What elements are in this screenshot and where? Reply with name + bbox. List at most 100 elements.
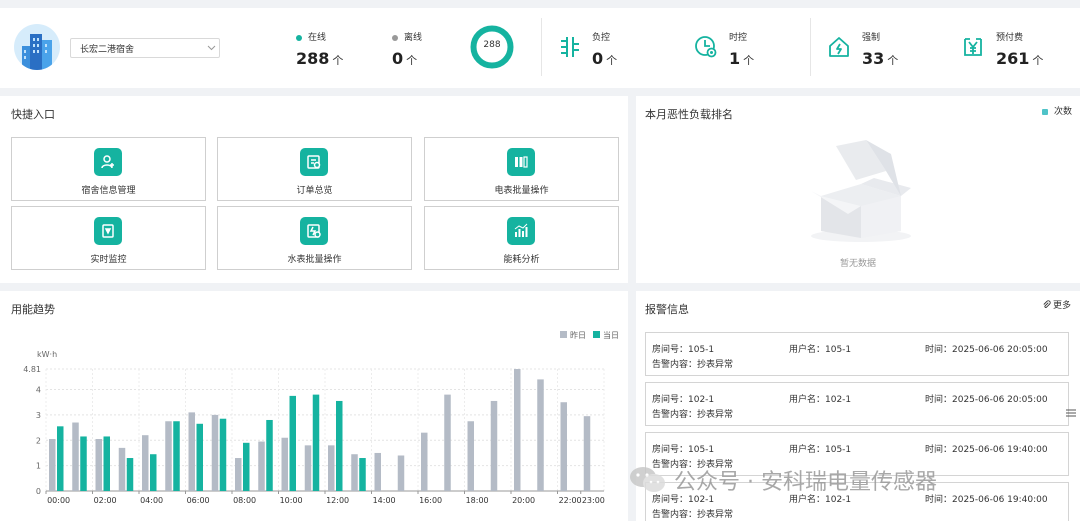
x-tick-label: 04:00	[140, 496, 163, 505]
summary-header: 长宏二港宿舍 在线 288 个 离线 0个 288 负控 0个 时控 1个 强制 …	[0, 8, 1080, 88]
watermark-text: 公众号 · 安科瑞电量传感器	[674, 470, 937, 495]
bar	[72, 422, 79, 491]
alarm-room: 房间号：102-1	[652, 395, 715, 405]
quick-energy-analysis-label: 能耗分析	[503, 255, 540, 265]
offline-label: 离线	[404, 33, 423, 43]
alarm-time: 时间：2025-06-06 19:40:00	[925, 445, 1048, 455]
bar	[467, 421, 474, 491]
quick-meter-batch-button[interactable]: 电表批量操作	[424, 137, 619, 201]
wechat-icon	[630, 467, 665, 492]
bar	[235, 458, 242, 491]
bar	[304, 445, 312, 491]
time-control-unit: 个	[743, 54, 755, 67]
load-control-icon	[561, 37, 579, 57]
bar	[560, 402, 567, 491]
meter-icon	[507, 148, 535, 176]
x-tick-label: 22:00	[559, 496, 582, 505]
water-meter-icon	[300, 217, 328, 245]
divider	[541, 18, 542, 76]
quick-water-meter-batch-label: 水表批量操作	[287, 255, 342, 265]
building-icon	[22, 34, 52, 70]
alarm-user: 用户名：102-1	[789, 395, 852, 405]
divider	[810, 18, 811, 76]
bar	[328, 445, 335, 491]
sliders-icon[interactable]	[1066, 408, 1076, 418]
alarm-time: 时间：2025-06-06 20:05:00	[925, 395, 1048, 405]
quick-dorm-info-label: 宿舍信息管理	[81, 186, 136, 196]
bar	[444, 394, 451, 491]
bar	[583, 416, 591, 491]
clock-icon	[695, 36, 717, 58]
online-dot	[296, 34, 302, 41]
trend-chart: 昨日 当日 kW·h 0 1 2 3 4 4.81 00:00 02:00 04:00 06:00 08:…	[23, 330, 619, 505]
x-tick-label: 06:00	[187, 496, 210, 505]
quick-water-meter-batch-button[interactable]: 水表批量操作	[217, 206, 412, 270]
home-power-icon	[829, 37, 849, 57]
prepaid-unit: 个	[1032, 54, 1044, 67]
time-control-label: 时控	[729, 33, 748, 43]
quick-order-overview-label: 订单总览	[296, 186, 333, 196]
bar	[537, 379, 544, 491]
bar	[142, 435, 149, 491]
bar	[103, 436, 110, 491]
y-tick-label: 4.81	[23, 365, 41, 374]
alarm-item[interactable]: 房间号：102-1 用户名：102-1 时间：2025-06-06 20:05:…	[645, 382, 1069, 426]
trend-panel: 用能趋势 昨日 当日 kW·h 0 1 2 3 4 4.81 00:00 02:00 04:00 06:…	[0, 291, 628, 521]
ranking-title: 本月恶性负载排名	[645, 108, 733, 121]
alarm-time: 时间：2025-06-06 20:05:00	[925, 345, 1048, 355]
bar	[126, 458, 134, 491]
bar	[165, 421, 172, 491]
watermark: 公众号 · 安科瑞电量传感器	[628, 462, 937, 498]
x-tick-label: 12:00	[326, 496, 349, 505]
ring-value: 288	[483, 40, 501, 50]
bar	[421, 432, 428, 491]
load-control-stat: 负控 0个	[592, 30, 617, 68]
y-tick-label: 4	[36, 386, 41, 395]
building-avatar	[14, 24, 60, 70]
bar	[173, 421, 180, 491]
alarm-item[interactable]: 房间号：105-1 用户名：105-1 时间：2025-06-06 20:05:…	[645, 332, 1069, 376]
x-tick-label: 08:00	[233, 496, 256, 505]
legend-swatch	[593, 331, 600, 338]
quick-meter-batch-label: 电表批量操作	[494, 186, 549, 196]
bar	[374, 452, 381, 491]
y-tick-label: 1	[36, 462, 41, 471]
x-tick-label: 10:00	[280, 496, 303, 505]
y-tick-label: 2	[36, 436, 41, 445]
ranking-legend: 次数	[1042, 104, 1072, 117]
legend-swatch	[1042, 108, 1048, 115]
x-tick-label: 20:00	[512, 496, 535, 505]
dorm-select-value: 长宏二港宿舍	[80, 45, 135, 55]
ranking-panel: 本月恶性负载排名 次数 暂无数据	[636, 96, 1080, 283]
online-ring-gauge: 288	[470, 25, 514, 69]
forced-stat: 强制 33 个	[862, 30, 898, 68]
bar	[490, 400, 498, 491]
x-tick-label: 23:00	[582, 496, 605, 505]
bar	[266, 419, 273, 491]
quick-dorm-info-button[interactable]: 宿舍信息管理	[11, 137, 206, 201]
dorm-select[interactable]: 长宏二港宿舍	[70, 38, 220, 58]
bar	[188, 412, 195, 491]
bar	[95, 439, 102, 491]
forced-value: 33	[862, 49, 885, 68]
bar	[49, 439, 56, 491]
bar	[336, 400, 343, 491]
bar	[219, 418, 227, 491]
quick-order-overview-button[interactable]: 订单总览	[217, 137, 412, 201]
bar	[196, 423, 203, 491]
bar	[514, 369, 521, 491]
alarm-room: 房间号：105-1	[652, 445, 715, 455]
alarm-user: 用户名：105-1	[789, 345, 852, 355]
bar	[80, 436, 87, 491]
prepaid-label: 预付费	[996, 33, 1024, 43]
forced-unit: 个	[887, 54, 899, 67]
alarm-user: 用户名：105-1	[789, 445, 852, 455]
ranking-legend-label: 次数	[1054, 107, 1073, 117]
online-label: 在线	[308, 33, 327, 43]
alarm-time: 时间：2025-06-06 19:40:00	[925, 495, 1048, 505]
load-control-label: 负控	[592, 33, 611, 43]
quick-realtime-monitor-button[interactable]: 实时监控	[11, 206, 206, 270]
alarm-room: 房间号：105-1	[652, 345, 715, 355]
quick-energy-analysis-button[interactable]: 能耗分析	[424, 206, 619, 270]
alarm-more-link[interactable]: 更多	[1042, 298, 1071, 311]
